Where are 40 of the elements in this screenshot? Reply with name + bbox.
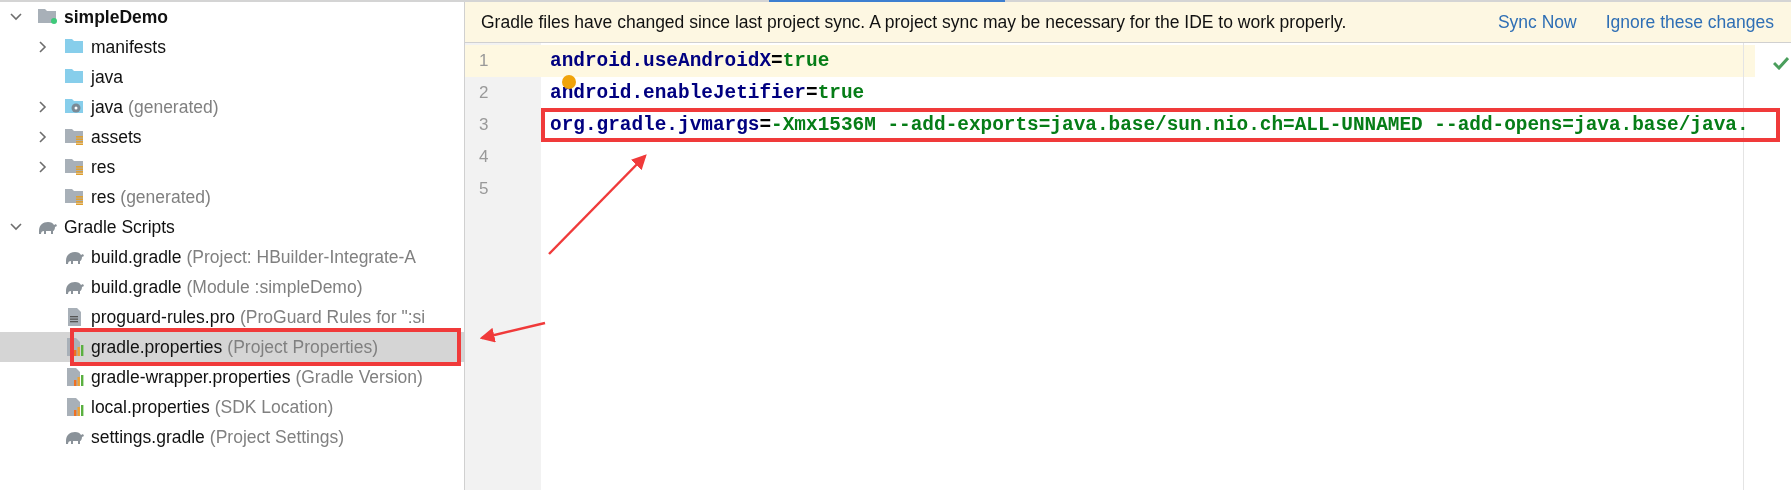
chevron-right-icon[interactable] bbox=[37, 131, 49, 143]
tree-item[interactable]: build.gradle (Project: HBuilder-Integrate-A bbox=[0, 242, 464, 272]
tree-item[interactable]: manifests bbox=[0, 32, 464, 62]
tree-item[interactable]: assets bbox=[0, 122, 464, 152]
chevron-right-icon[interactable] bbox=[37, 41, 49, 53]
tree-item[interactable]: java bbox=[0, 62, 464, 92]
line-number: 5 bbox=[478, 178, 490, 200]
tree-item[interactable]: java (generated) bbox=[0, 92, 464, 122]
code-line: org.gradle.jvmargs=-Xmx1536M --add-exports=java.base/sun.nio.ch=ALL-UNNAMED --add-opens=java.base/java. bbox=[550, 114, 1749, 136]
line-number: 3 bbox=[478, 114, 490, 136]
properties-file-icon bbox=[64, 337, 85, 357]
chevron-down-icon[interactable] bbox=[10, 221, 22, 233]
tree-item[interactable]: simpleDemo bbox=[0, 2, 464, 32]
chevron-down-icon[interactable] bbox=[10, 11, 22, 23]
resource-folder-icon bbox=[64, 187, 85, 207]
code-line: android.useAndroidX=true bbox=[550, 50, 830, 72]
tree-item[interactable]: settings.gradle (Project Settings) bbox=[0, 422, 464, 452]
banner-link[interactable]: Sync Now bbox=[1497, 11, 1577, 33]
tree-item[interactable]: res (generated) bbox=[0, 182, 464, 212]
line-number: 2 bbox=[478, 82, 490, 104]
line-number: 4 bbox=[478, 146, 490, 168]
code-line: android.enableJetifier=true bbox=[550, 82, 865, 104]
tree-item[interactable]: gradle-wrapper.properties (Gradle Version) bbox=[0, 362, 464, 392]
annotation-arrow bbox=[479, 321, 546, 343]
tree-item[interactable]: build.gradle (Module :simpleDemo) bbox=[0, 272, 464, 302]
properties-file-icon bbox=[64, 367, 85, 387]
tree-item[interactable]: Gradle Scripts bbox=[0, 212, 464, 242]
chevron-right-icon[interactable] bbox=[37, 161, 49, 173]
tree-item[interactable]: local.properties (SDK Location) bbox=[0, 392, 464, 422]
banner-link[interactable]: Ignore these changes bbox=[1605, 11, 1774, 33]
resource-folder-icon bbox=[64, 157, 85, 177]
properties-file-icon bbox=[64, 397, 85, 417]
tree-item[interactable]: proguard-rules.pro (ProGuard Rules for ":si bbox=[0, 302, 464, 332]
resource-folder-icon bbox=[64, 127, 85, 147]
banner-message: Gradle files have changed since last project sync. A project sync may be necessary for the IDE to work properly. bbox=[481, 11, 1348, 33]
chevron-right-icon[interactable] bbox=[37, 101, 49, 113]
module-folder-icon bbox=[37, 7, 58, 27]
tree-item[interactable]: res bbox=[0, 152, 464, 182]
checkmark-icon[interactable] bbox=[1773, 56, 1789, 70]
line-number: 1 bbox=[465, 45, 541, 77]
